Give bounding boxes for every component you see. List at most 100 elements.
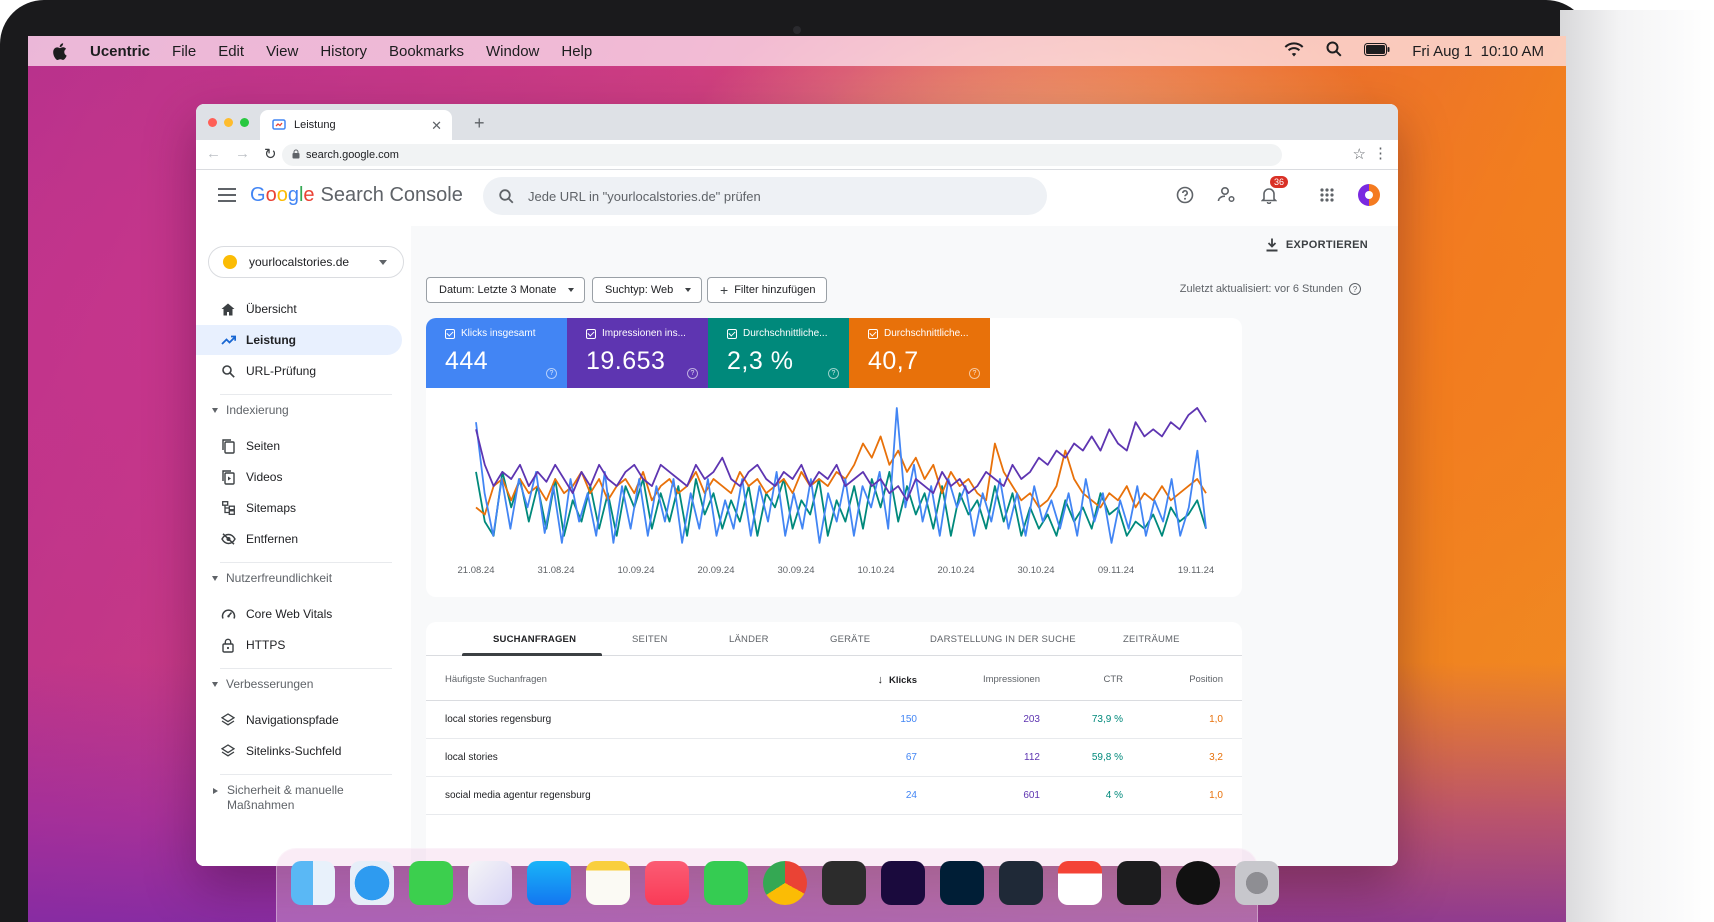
tab-dates[interactable]: ZEITRÄUME: [1123, 634, 1180, 645]
column-header-position[interactable]: Position: [1189, 674, 1223, 685]
lock-icon: [220, 637, 236, 653]
x-tick-label: 21.08.24: [458, 565, 495, 576]
apple-tv-icon[interactable]: [1117, 861, 1161, 905]
photoshop-icon[interactable]: [940, 861, 984, 905]
spotify-icon[interactable]: [1176, 861, 1220, 905]
battery-icon[interactable]: [1364, 42, 1390, 60]
address-bar[interactable]: search.google.com: [282, 144, 1282, 166]
column-header-clicks[interactable]: ↓ Klicks: [878, 674, 918, 686]
hamburger-menu-icon[interactable]: [218, 188, 236, 202]
menu-file[interactable]: File: [172, 43, 196, 60]
manage-users-icon[interactable]: [1216, 184, 1238, 206]
back-arrow-icon[interactable]: ←: [206, 145, 221, 163]
sidebar-item-https[interactable]: HTTPS: [196, 630, 402, 660]
account-avatar[interactable]: [1358, 184, 1380, 206]
sidebar-item-removals[interactable]: Entfernen: [196, 524, 402, 554]
apps-grid-icon[interactable]: [1316, 184, 1338, 206]
sidebar-item-url-inspection[interactable]: URL-Prüfung: [196, 356, 402, 386]
apple-icon[interactable]: [50, 42, 68, 60]
help-icon[interactable]: ?: [969, 368, 980, 379]
sidebar-item-sitemaps[interactable]: Sitemaps: [196, 493, 402, 523]
after-effects-icon[interactable]: [881, 861, 925, 905]
metric-card-position[interactable]: Durchschnittliche... 40,7 ?: [849, 318, 990, 388]
app-store-icon[interactable]: [527, 861, 571, 905]
tab-devices[interactable]: GERÄTE: [830, 634, 870, 645]
search-type-filter-chip[interactable]: Suchtyp: Web: [592, 277, 703, 303]
safari-icon[interactable]: [350, 861, 394, 905]
sidebar-item-sitelinks[interactable]: Sitelinks-Suchfeld: [196, 736, 402, 766]
metric-card-clicks[interactable]: Klicks insgesamt 444 ?: [426, 318, 567, 388]
bookmark-star-icon[interactable]: ☆: [1353, 145, 1366, 163]
menu-help[interactable]: Help: [561, 43, 592, 60]
help-icon[interactable]: [1174, 184, 1196, 206]
column-header-query[interactable]: Häufigste Suchanfragen: [445, 674, 547, 685]
forward-arrow-icon[interactable]: →: [235, 145, 250, 163]
reload-icon[interactable]: ↻: [264, 145, 277, 163]
cell-clicks: 24: [905, 790, 917, 801]
sidebar-section-security[interactable]: Sicherheit & manuelle Maßnahmen: [212, 783, 352, 813]
help-icon[interactable]: ?: [828, 368, 839, 379]
sidebar-item-overview[interactable]: Übersicht: [196, 294, 402, 324]
column-header-ctr[interactable]: CTR: [1103, 674, 1123, 685]
tab-search-appearance[interactable]: DARSTELLUNG IN DER SUCHE: [930, 634, 1076, 645]
menu-view[interactable]: View: [266, 43, 298, 60]
date-filter-chip[interactable]: Datum: Letzte 3 Monate: [426, 277, 586, 303]
sidebar-item-videos[interactable]: Videos: [196, 462, 402, 492]
menubar-clock[interactable]: Fri Aug 1 10:10 AM: [1412, 43, 1544, 60]
sidebar-item-core-web-vitals[interactable]: Core Web Vitals: [196, 599, 402, 629]
menu-history[interactable]: History: [320, 43, 367, 60]
spotlight-search-icon[interactable]: [1326, 41, 1342, 61]
help-icon[interactable]: ?: [1349, 283, 1361, 295]
menu-edit[interactable]: Edit: [218, 43, 244, 60]
menu-app-name[interactable]: Ucentric: [90, 43, 150, 60]
gsc-logo[interactable]: Google Search Console: [250, 184, 463, 207]
table-row[interactable]: local stories 67 112 59,8 % 3,2: [426, 739, 1242, 777]
chrome-icon[interactable]: [763, 861, 807, 905]
browser-tab[interactable]: Leistung ✕: [260, 110, 452, 140]
help-icon[interactable]: ?: [687, 368, 698, 379]
url-inspection-search-input[interactable]: Jede URL in "yourlocalstories.de" prüfen: [483, 177, 1047, 215]
menu-bookmarks[interactable]: Bookmarks: [389, 43, 464, 60]
sidebar-item-performance[interactable]: Leistung: [196, 325, 402, 355]
sidebar-item-pages[interactable]: Seiten: [196, 431, 402, 461]
figma-icon[interactable]: [822, 861, 866, 905]
notifications-bell-icon[interactable]: 36: [1258, 176, 1288, 206]
window-minimize-button[interactable]: [224, 118, 233, 127]
notes-icon[interactable]: [586, 861, 630, 905]
table-row[interactable]: local stories regensburg 150 203 73,9 % …: [426, 701, 1242, 739]
finder-icon[interactable]: [291, 861, 335, 905]
tab-countries[interactable]: LÄNDER: [729, 634, 769, 645]
export-button[interactable]: EXPORTIEREN: [1266, 238, 1368, 252]
property-favicon-icon: [223, 255, 237, 269]
sidebar-section-experience[interactable]: Nutzerfreundlichkeit: [212, 571, 402, 586]
browser-menu-icon[interactable]: ⋮: [1373, 144, 1388, 162]
music-icon[interactable]: [645, 861, 689, 905]
system-settings-icon[interactable]: [1235, 861, 1279, 905]
sidebar-item-breadcrumbs[interactable]: Navigationspfade: [196, 705, 402, 735]
new-tab-icon[interactable]: +: [474, 113, 485, 134]
performance-line-chart[interactable]: 21.08.24 31.08.24 10.09.24 20.09.24 30.09.24…: [426, 388, 1242, 597]
column-header-impressions[interactable]: Impressionen: [983, 674, 1040, 685]
add-filter-button[interactable]: + Filter hinzufügen: [707, 277, 827, 303]
metric-card-ctr[interactable]: Durchschnittliche... 2,3 % ?: [708, 318, 849, 388]
gsc-header: Google Search Console Jede URL in "yourlo…: [196, 170, 1398, 226]
calendar-icon[interactable]: [1058, 861, 1102, 905]
series-line-2[interactable]: [475, 407, 1207, 502]
browser-app-icon[interactable]: [468, 861, 512, 905]
close-tab-icon[interactable]: ✕: [431, 118, 442, 134]
table-row[interactable]: social media agentur regensburg 24 601 4…: [426, 777, 1242, 815]
wifi-icon[interactable]: [1284, 42, 1304, 61]
vscode-icon[interactable]: [999, 861, 1043, 905]
help-icon[interactable]: ?: [546, 368, 557, 379]
facetime-icon[interactable]: [704, 861, 748, 905]
window-zoom-button[interactable]: [240, 118, 249, 127]
menu-window[interactable]: Window: [486, 43, 539, 60]
tab-pages[interactable]: SEITEN: [632, 634, 668, 645]
tab-queries[interactable]: SUCHANFRAGEN: [493, 634, 576, 645]
messages-icon[interactable]: [409, 861, 453, 905]
window-close-button[interactable]: [208, 118, 217, 127]
property-selector[interactable]: yourlocalstories.de: [208, 246, 404, 278]
sidebar-section-enhancements[interactable]: Verbesserungen: [212, 677, 402, 692]
sidebar-section-indexing[interactable]: Indexierung: [212, 403, 402, 418]
metric-card-impressions[interactable]: Impressionen ins... 19.653 ?: [567, 318, 708, 388]
